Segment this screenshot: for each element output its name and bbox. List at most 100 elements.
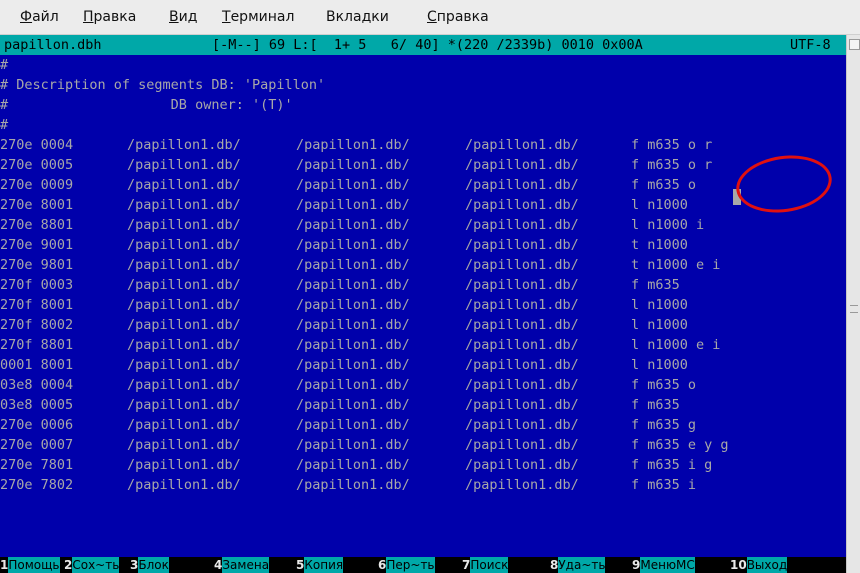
table-row: 270f 8001/papillon1.db/ /papillon1.db/ /pa… <box>0 295 846 315</box>
table-row: 270f 8801/papillon1.db/ /papillon1.db/ /pa… <box>0 335 846 355</box>
row-id: 270f 8001 <box>0 297 74 313</box>
row-attributes: l n1000 <box>631 357 688 373</box>
path-2: /papillon1.db/ <box>296 357 410 373</box>
path-2: /papillon1.db/ <box>296 137 410 153</box>
path-3: /papillon1.db/ <box>465 257 579 273</box>
path-2: /papillon1.db/ <box>296 157 410 173</box>
path-3: /papillon1.db/ <box>465 297 579 313</box>
terminal-area[interactable]: papillon.dbh [-M--] 69 L:[ 1+ 5 6/ 40] *… <box>0 35 846 573</box>
menu-help-label: правка <box>436 9 489 25</box>
fkey-search[interactable]: 7Поиск <box>462 557 509 573</box>
path-1: /papillon1.db/ <box>127 177 241 193</box>
path-1: /papillon1.db/ <box>127 337 241 353</box>
status-encoding: UTF-8 <box>790 37 831 53</box>
row-attributes: f m635 o r <box>631 157 713 173</box>
vertical-scrollbar[interactable] <box>846 35 860 573</box>
fkey-label: Копия <box>304 557 344 573</box>
table-row: 270e 9801/papillon1.db/ /papillon1.db/ /pa… <box>0 255 846 275</box>
path-2: /papillon1.db/ <box>296 377 410 393</box>
path-1: /papillon1.db/ <box>127 437 241 453</box>
row-attributes: l n1000 i <box>631 217 705 233</box>
fkey-move[interactable]: 6Пер~ть <box>378 557 435 573</box>
menu-terminal-label: ерминал <box>230 9 295 25</box>
path-3: /papillon1.db/ <box>465 157 579 173</box>
path-1: /papillon1.db/ <box>127 397 241 413</box>
fkey-save[interactable]: 2Сох~ть <box>64 557 120 573</box>
fkey-delete[interactable]: 8Уда~ть <box>550 557 606 573</box>
row-attributes: f m635 g <box>631 417 697 433</box>
fkey-replace[interactable]: 4Замена <box>214 557 270 573</box>
menu-edit-label: равка <box>93 9 137 25</box>
fkey-copy[interactable]: 5Копия <box>296 557 344 573</box>
menu-terminal[interactable]: Терминал <box>222 9 294 25</box>
row-id: 270f 8801 <box>0 337 74 353</box>
fkey-exit[interactable]: 10Выход <box>730 557 788 573</box>
fkey-number: 9 <box>632 558 641 572</box>
path-3: /papillon1.db/ <box>465 217 579 233</box>
menu-terminal-accel: Т <box>222 9 231 25</box>
menu-file-label: айл <box>32 9 59 25</box>
path-3: /papillon1.db/ <box>465 357 579 373</box>
path-1: /papillon1.db/ <box>127 357 241 373</box>
path-3: /papillon1.db/ <box>465 457 579 473</box>
path-2: /papillon1.db/ <box>296 277 410 293</box>
menu-view-accel: В <box>169 9 179 25</box>
row-id: 270e 0006 <box>0 417 74 433</box>
fkey-number: 7 <box>462 558 471 572</box>
header-line: # <box>0 117 9 133</box>
menu-file[interactable]: Файл <box>20 9 59 25</box>
menu-edit[interactable]: Правка <box>83 9 136 25</box>
path-2: /papillon1.db/ <box>296 317 410 333</box>
path-2: /papillon1.db/ <box>296 457 410 473</box>
path-1: /papillon1.db/ <box>127 217 241 233</box>
row-id: 270e 8801 <box>0 217 74 233</box>
fkey-label: Поиск <box>470 557 509 573</box>
menu-tabs[interactable]: Вкладки <box>326 9 389 25</box>
row-attributes: f m635 <box>631 277 680 293</box>
fkey-label: Уда~ть <box>558 557 606 573</box>
scroll-up-icon[interactable] <box>849 39 860 50</box>
row-attributes: f m635 <box>631 397 680 413</box>
row-id: 03e8 0005 <box>0 397 74 413</box>
row-attributes: f m635 o <box>631 177 697 193</box>
row-id: 270e 0005 <box>0 157 74 173</box>
row-id: 270f 0003 <box>0 277 74 293</box>
row-attributes: t n1000 e i <box>631 257 721 273</box>
table-row: 270f 8002/papillon1.db/ /papillon1.db/ /pa… <box>0 315 846 335</box>
path-2: /papillon1.db/ <box>296 417 410 433</box>
fkey-number: 2 <box>64 558 73 572</box>
path-2: /papillon1.db/ <box>296 437 410 453</box>
path-3: /papillon1.db/ <box>465 277 579 293</box>
table-row: 270e 8801/papillon1.db/ /papillon1.db/ /pa… <box>0 215 846 235</box>
fkey-label: Блок <box>138 557 169 573</box>
menu-file-accel: Ф <box>20 9 33 25</box>
path-3: /papillon1.db/ <box>465 477 579 493</box>
menu-view[interactable]: Вид <box>169 9 197 25</box>
menu-bar: Файл Правка Вид Терминал Вкладки Справка <box>0 0 860 35</box>
menu-help-accel: С <box>427 9 437 25</box>
row-id: 270e 0009 <box>0 177 74 193</box>
table-row: 270e 0005/papillon1.db/ /papillon1.db/ /pa… <box>0 155 846 175</box>
path-3: /papillon1.db/ <box>465 137 579 153</box>
menu-help[interactable]: Справка <box>427 9 489 25</box>
path-3: /papillon1.db/ <box>465 177 579 193</box>
status-filename: papillon.dbh <box>4 37 102 53</box>
row-id: 270e 9801 <box>0 257 74 273</box>
table-row: 270e 0004/papillon1.db/ /papillon1.db/ /pa… <box>0 135 846 155</box>
path-1: /papillon1.db/ <box>127 317 241 333</box>
status-position: [-M--] 69 L:[ 1+ 5 6/ 40] *(220 /2339b) … <box>212 37 643 53</box>
path-3: /papillon1.db/ <box>465 437 579 453</box>
path-1: /papillon1.db/ <box>127 137 241 153</box>
header-line: # DB owner: '(T)' <box>0 97 293 113</box>
path-2: /papillon1.db/ <box>296 197 410 213</box>
table-row: 270f 0003/papillon1.db/ /papillon1.db/ /pa… <box>0 275 846 295</box>
row-id: 0001 8001 <box>0 357 74 373</box>
path-3: /papillon1.db/ <box>465 397 579 413</box>
scroll-grip-icon[interactable] <box>850 305 858 313</box>
fkey-block[interactable]: 3Блок <box>130 557 169 573</box>
header-line: # Description of segments DB: 'Papillon' <box>0 77 326 93</box>
fkey-help[interactable]: 1Помощь <box>0 557 60 573</box>
fkey-menu[interactable]: 9МенюМС <box>632 557 695 573</box>
header-line: # <box>0 57 9 73</box>
table-row: 270e 0009/papillon1.db/ /papillon1.db/ /pa… <box>0 175 846 195</box>
